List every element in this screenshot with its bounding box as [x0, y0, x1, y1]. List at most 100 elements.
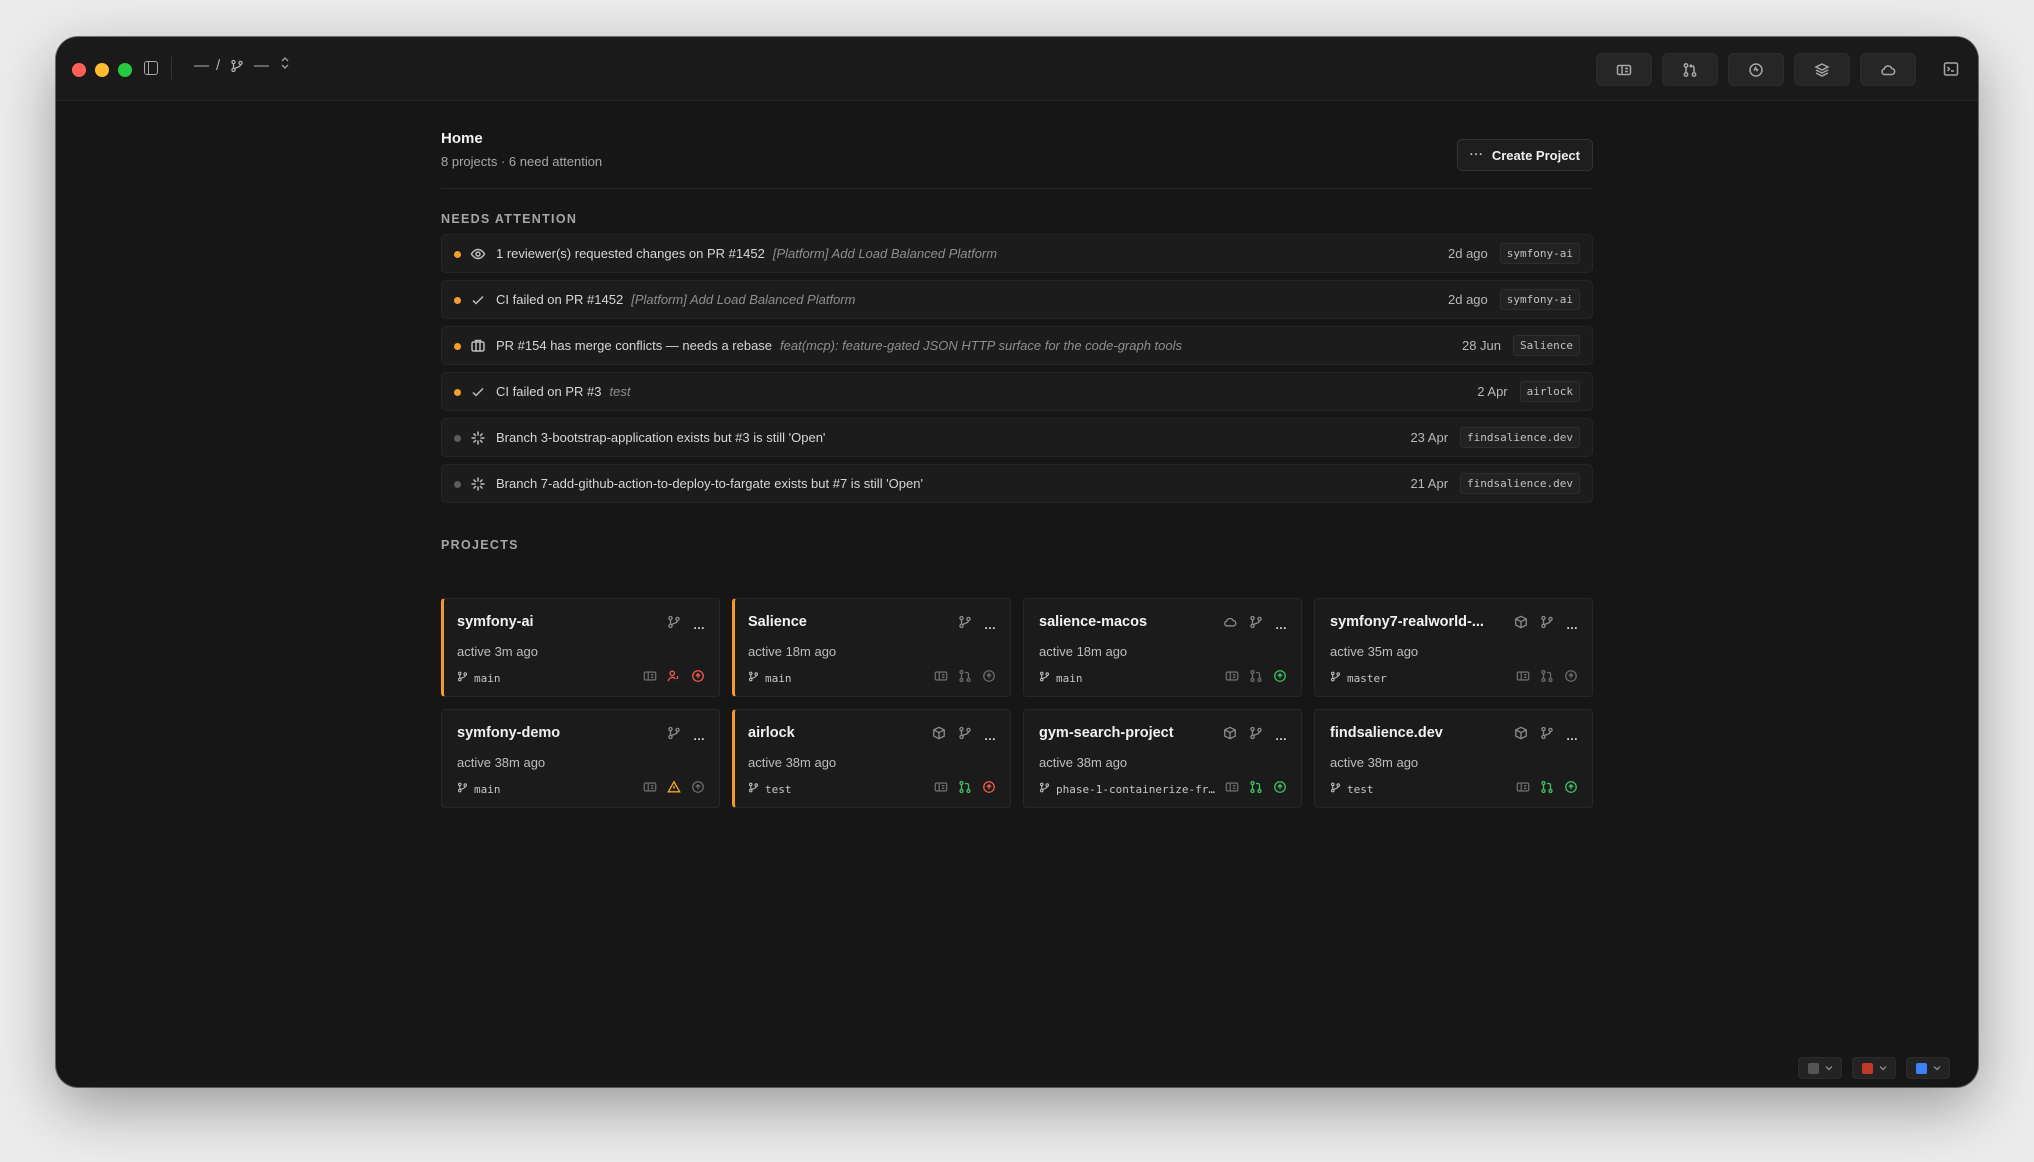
attention-item[interactable]: PR #154 has merge conflicts — needs a re…: [441, 326, 1593, 365]
project-name[interactable]: salience-macos: [1039, 614, 1147, 630]
branch-icon[interactable]: [667, 615, 681, 634]
branch-icon[interactable]: [667, 726, 681, 745]
more-options-icon[interactable]: …: [1275, 618, 1287, 632]
layers-icon: [1814, 62, 1830, 77]
more-options-icon[interactable]: …: [984, 729, 996, 743]
close-window-button[interactable]: [72, 63, 86, 77]
minimize-window-button[interactable]: [95, 63, 109, 77]
app-switcher-2[interactable]: [1852, 1057, 1896, 1079]
project-name[interactable]: Salience: [748, 614, 807, 630]
project-name[interactable]: gym-search-project: [1039, 725, 1174, 741]
ticket-icon[interactable]: [1225, 780, 1239, 799]
ticket-icon[interactable]: [643, 669, 657, 688]
attention-item[interactable]: Branch 7-add-github-action-to-deploy-to-…: [441, 464, 1593, 503]
ci-status-icon[interactable]: [1564, 669, 1578, 688]
branch-icon[interactable]: [1249, 615, 1263, 634]
project-card[interactable]: gym-search-project … active 38m ago phas…: [1023, 709, 1302, 808]
project-name[interactable]: findsalience.dev: [1330, 725, 1443, 741]
project-card[interactable]: findsalience.dev … active 38m ago test: [1314, 709, 1593, 808]
ticket-icon[interactable]: [643, 780, 657, 799]
attention-item[interactable]: 1 reviewer(s) requested changes on PR #1…: [441, 234, 1593, 273]
more-options-icon[interactable]: …: [1275, 729, 1287, 743]
project-card[interactable]: symfony7-realworld-... … active 35m ago …: [1314, 598, 1593, 697]
projects-grid: symfony-ai … active 3m ago main Salience…: [441, 598, 1593, 808]
project-name[interactable]: symfony7-realworld-...: [1330, 614, 1484, 630]
project-name[interactable]: symfony-ai: [457, 614, 534, 630]
create-project-button[interactable]: ··· Create Project: [1456, 139, 1593, 171]
chevron-updown-icon[interactable]: [280, 55, 290, 72]
more-options-icon[interactable]: …: [984, 618, 996, 632]
attention-item[interactable]: Branch 3-bootstrap-application exists bu…: [441, 418, 1593, 457]
project-name[interactable]: airlock: [748, 725, 795, 741]
warning-icon[interactable]: [667, 780, 681, 799]
project-card[interactable]: symfony-ai … active 3m ago main: [441, 598, 720, 697]
needs-attention-heading: NEEDS ATTENTION: [441, 212, 578, 226]
ticket-icon[interactable]: [934, 669, 948, 688]
pr-icon[interactable]: [1540, 780, 1554, 799]
project-tag[interactable]: symfony-ai: [1499, 243, 1580, 264]
branch-icon[interactable]: [958, 615, 972, 634]
attention-time: 2d ago: [1448, 246, 1488, 261]
ci-status-icon[interactable]: [691, 669, 705, 688]
zoom-window-button[interactable]: [118, 63, 132, 77]
tickets-button[interactable]: [1596, 53, 1652, 86]
cube-icon: [1514, 615, 1528, 634]
more-options-icon[interactable]: …: [693, 618, 705, 632]
project-card[interactable]: Salience … active 18m ago main: [732, 598, 1011, 697]
more-options-icon[interactable]: …: [1566, 729, 1578, 743]
project-branch: main: [457, 671, 501, 685]
breadcrumb-project[interactable]: —: [194, 57, 209, 74]
sidebar-toggle-icon[interactable]: [144, 61, 158, 75]
project-actions: …: [1223, 615, 1287, 634]
branch-icon[interactable]: [958, 726, 972, 745]
pull-requests-button[interactable]: [1662, 53, 1718, 86]
ticket-icon[interactable]: [1516, 669, 1530, 688]
ticket-icon[interactable]: [1516, 780, 1530, 799]
pr-icon[interactable]: [1249, 669, 1263, 688]
project-card[interactable]: salience-macos … active 18m ago main: [1023, 598, 1302, 697]
ticket-icon[interactable]: [934, 780, 948, 799]
ci-status-icon[interactable]: [691, 780, 705, 799]
ci-status-icon[interactable]: [982, 669, 996, 688]
more-options-icon[interactable]: …: [1566, 618, 1578, 632]
branch-icon[interactable]: [1249, 726, 1263, 745]
project-tag[interactable]: symfony-ai: [1499, 289, 1580, 310]
more-options-icon[interactable]: …: [693, 729, 705, 743]
ci-status-icon[interactable]: [1564, 780, 1578, 799]
project-tag[interactable]: Salience: [1513, 335, 1580, 356]
project-actions: …: [1514, 726, 1578, 745]
breadcrumb-branch[interactable]: —: [254, 57, 269, 74]
branch-icon[interactable]: [1540, 615, 1554, 634]
attention-message: 1 reviewer(s) requested changes on PR #1…: [496, 246, 997, 261]
cloud-button[interactable]: [1860, 53, 1916, 86]
pr-icon[interactable]: [1540, 669, 1554, 688]
attention-message: Branch 7-add-github-action-to-deploy-to-…: [496, 476, 923, 491]
ci-status-button[interactable]: [1728, 53, 1784, 86]
ci-status-icon[interactable]: [1273, 780, 1287, 799]
project-tag[interactable]: airlock: [1519, 381, 1580, 402]
attention-item[interactable]: CI failed on PR #1452 [Platform] Add Load…: [441, 280, 1593, 319]
project-card[interactable]: symfony-demo … active 38m ago main: [441, 709, 720, 808]
terminal-button[interactable]: [1943, 61, 1959, 77]
pr-icon[interactable]: [958, 669, 972, 688]
branch-icon[interactable]: [1540, 726, 1554, 745]
status-dot: [454, 297, 461, 304]
person-alert-icon[interactable]: [667, 669, 681, 688]
layers-button[interactable]: [1794, 53, 1850, 86]
branch-name: main: [765, 671, 792, 685]
project-card[interactable]: airlock … active 38m ago test: [732, 709, 1011, 808]
cloud-icon: [1881, 64, 1896, 75]
project-tag[interactable]: findsalience.dev: [1460, 427, 1580, 448]
attention-item[interactable]: CI failed on PR #3 test 2 Apr airlock: [441, 372, 1593, 411]
pr-icon[interactable]: [958, 780, 972, 799]
attention-time: 2 Apr: [1477, 384, 1508, 399]
ci-status-icon[interactable]: [1273, 669, 1287, 688]
branch-icon: [1330, 782, 1341, 796]
ticket-icon[interactable]: [1225, 669, 1239, 688]
pr-icon[interactable]: [1249, 780, 1263, 799]
project-tag[interactable]: findsalience.dev: [1460, 473, 1580, 494]
app-switcher-3[interactable]: [1906, 1057, 1950, 1079]
ci-status-icon[interactable]: [982, 780, 996, 799]
app-switcher-1[interactable]: [1798, 1057, 1842, 1079]
project-name[interactable]: symfony-demo: [457, 725, 560, 741]
